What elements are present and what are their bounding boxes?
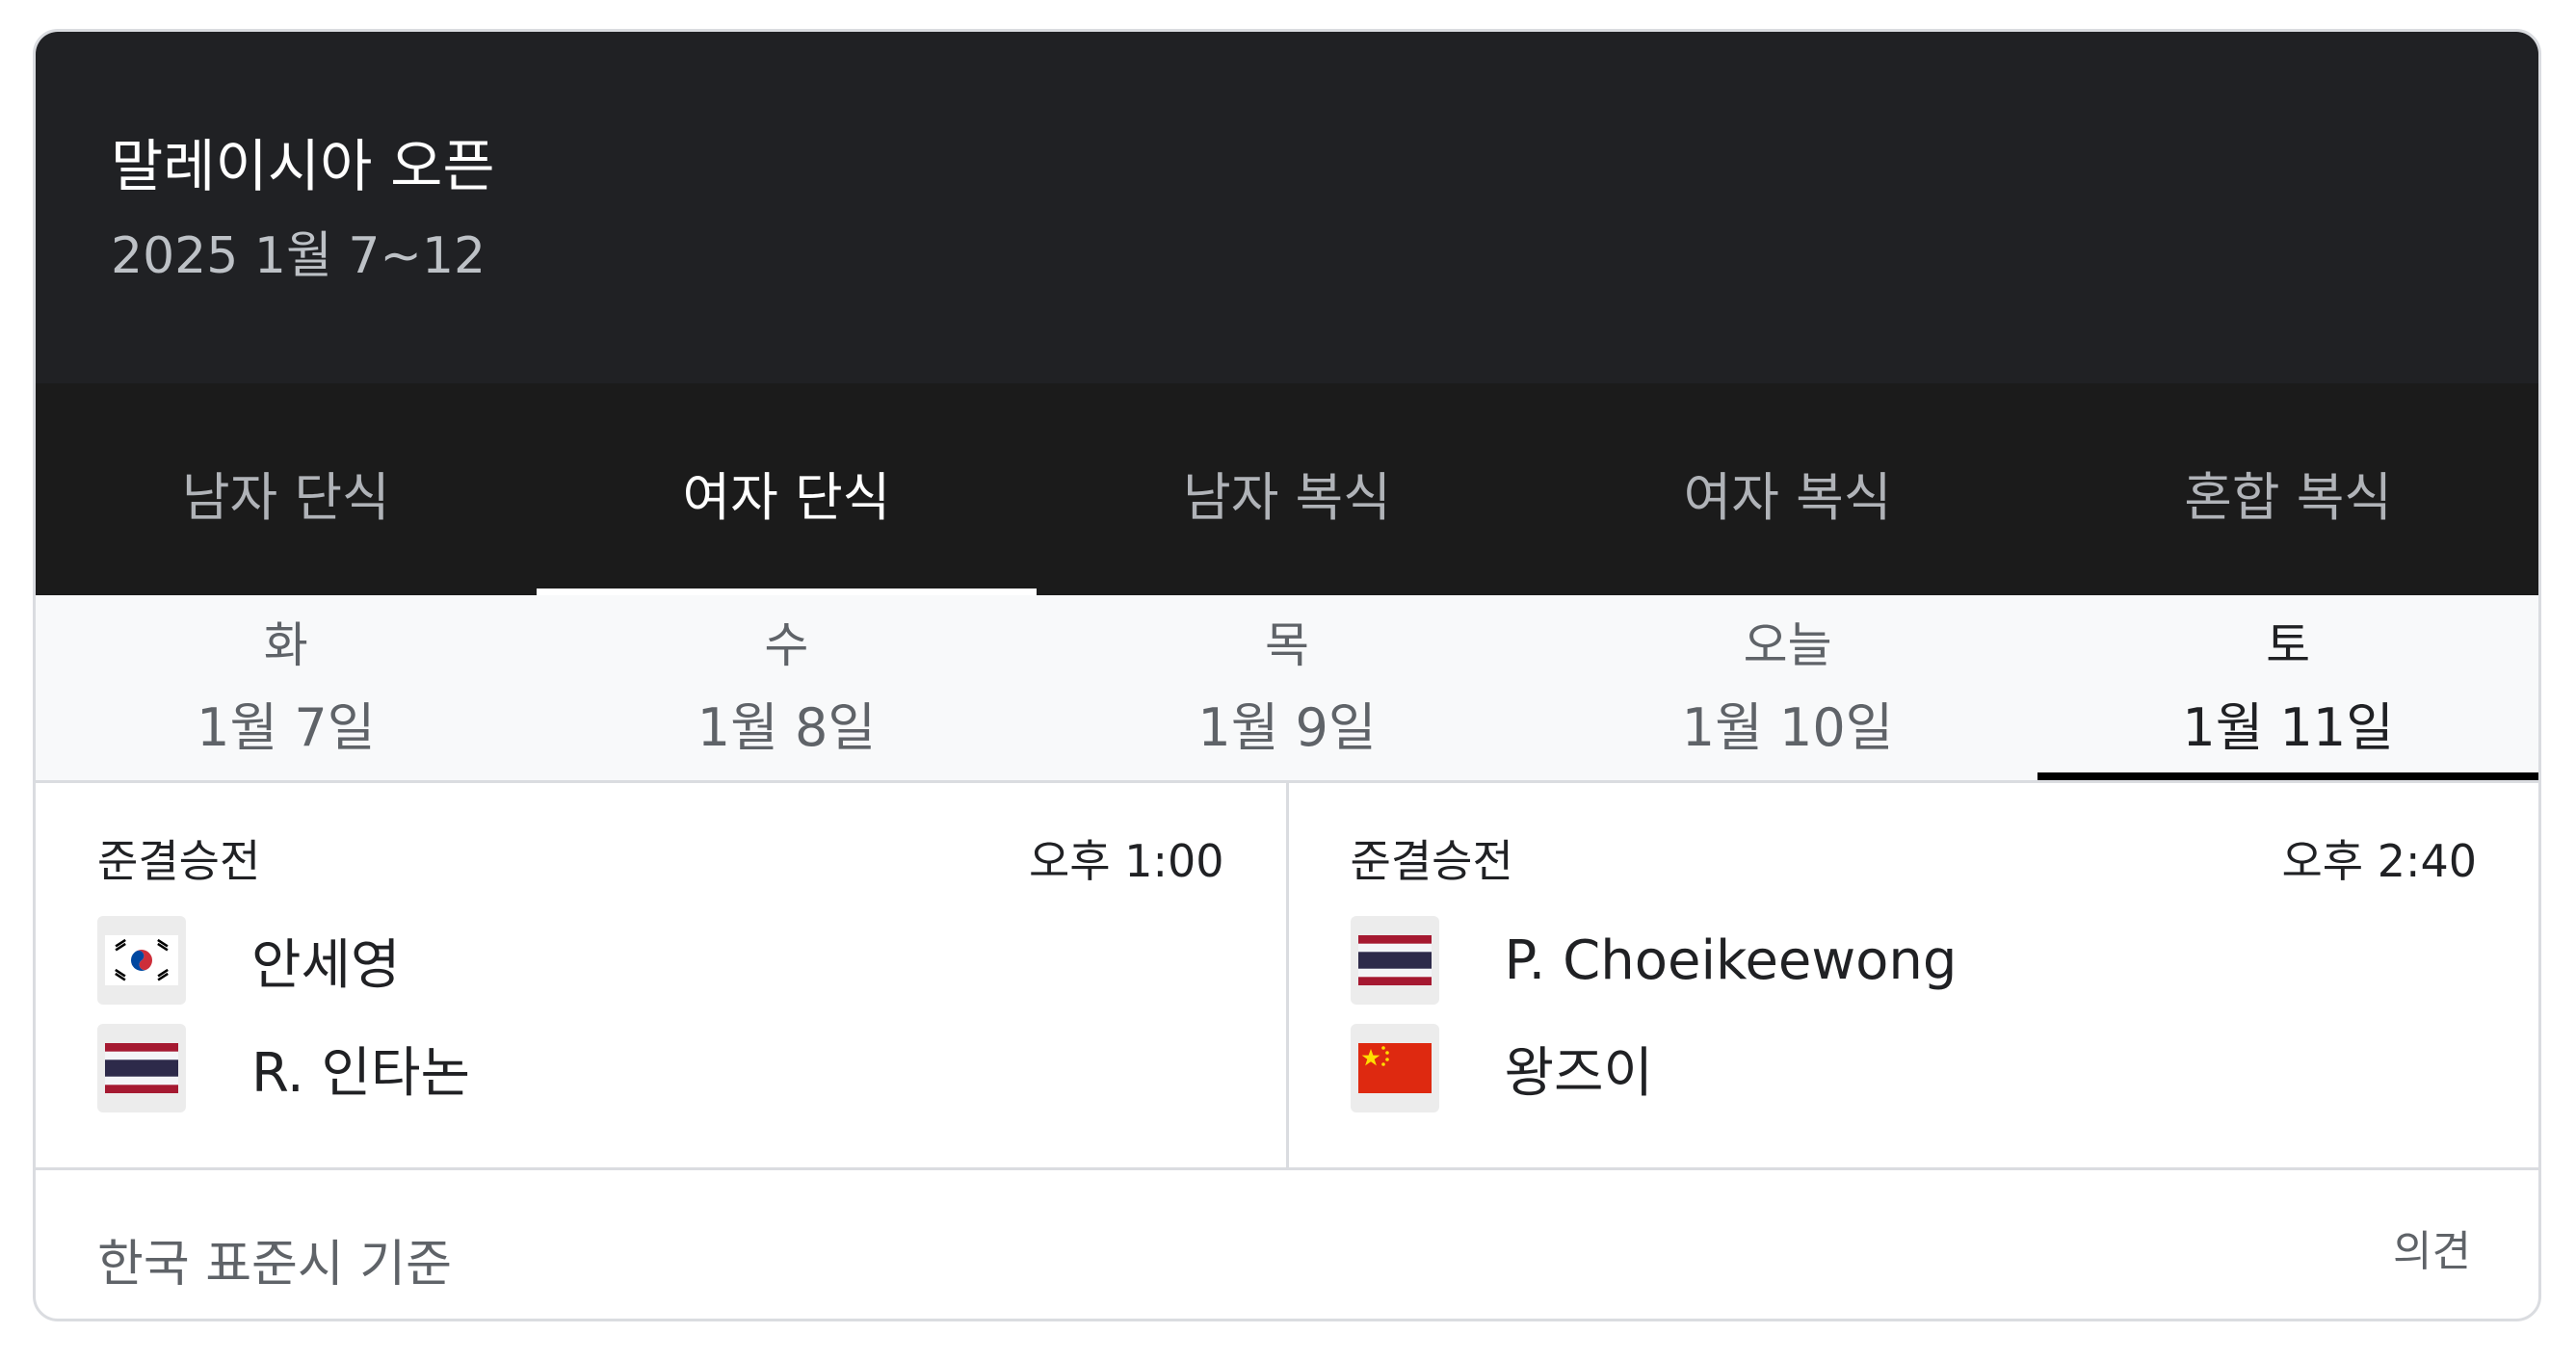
day-of-week: 화 (263, 617, 308, 673)
match-list: 준결승전 오후 1:00 안세영 R. 인타논 준결승전 오후 2:40 P. … (36, 783, 2538, 1170)
player-row: 왕즈이 (1350, 1024, 1654, 1112)
china-flag-icon (1350, 1024, 1439, 1112)
tab-mixed-doubles[interactable]: 혼합 복식 (2037, 383, 2538, 595)
player-name: 왕즈이 (1504, 1041, 1654, 1105)
match-round: 준결승전 (97, 835, 261, 887)
day-of-week: 목 (1264, 617, 1309, 673)
player-row: P. Choeikeewong (1350, 916, 1958, 1005)
day-tab-jan-8[interactable]: 수 1월 8일 (537, 595, 1038, 780)
thailand-flag-icon (97, 1024, 186, 1112)
tab-mens-doubles[interactable]: 남자 복식 (1037, 383, 1538, 595)
feedback-link[interactable]: 의견 (2393, 1216, 2471, 1278)
match-card[interactable]: 준결승전 오후 2:40 P. Choeikeewong 왕즈이 (1289, 783, 2539, 1167)
event-tabs: 남자 단식 여자 단식 남자 복식 여자 복식 혼합 복식 (36, 383, 2538, 595)
day-of-week: 오늘 (1743, 617, 1832, 673)
day-of-week: 수 (764, 617, 809, 673)
timezone-note: 한국 표준시 기준 (97, 1236, 452, 1294)
day-date: 1월 9일 (1197, 697, 1377, 758)
day-tab-jan-9[interactable]: 목 1월 9일 (1037, 595, 1538, 780)
player-row: 안세영 (97, 916, 401, 1005)
tab-mens-singles[interactable]: 남자 단식 (36, 383, 537, 595)
player-name: P. Choeikeewong (1504, 928, 1958, 992)
match-round: 준결승전 (1350, 835, 1513, 887)
tournament-card: 말레이시아 오픈 2025 1월 7~12 남자 단식 여자 단식 남자 복식 … (33, 29, 2541, 1321)
tab-womens-singles[interactable]: 여자 단식 (536, 383, 1038, 595)
player-name: 안세영 (251, 933, 401, 997)
day-date: 1월 8일 (697, 697, 877, 758)
thailand-flag-icon (1350, 916, 1439, 1005)
day-date: 1월 10일 (1681, 697, 1894, 758)
day-tab-jan-11[interactable]: 토 1월 11일 (2037, 595, 2538, 780)
player-row: R. 인타논 (97, 1024, 470, 1112)
day-of-week: 토 (2266, 617, 2311, 673)
day-tab-jan-7[interactable]: 화 1월 7일 (36, 595, 537, 780)
tournament-dates: 2025 1월 7~12 (111, 227, 486, 285)
day-date: 1월 11일 (2182, 697, 2394, 758)
date-tabs: 화 1월 7일 수 1월 8일 목 1월 9일 오늘 1월 10일 토 1월 1… (36, 595, 2538, 783)
match-time: 오후 1:00 (1028, 835, 1224, 887)
day-tab-jan-10[interactable]: 오늘 1월 10일 (1538, 595, 2038, 780)
card-footer: 한국 표준시 기준 의견 (36, 1170, 2538, 1319)
tournament-title: 말레이시아 오픈 (111, 133, 495, 199)
tab-womens-doubles[interactable]: 여자 복식 (1538, 383, 2038, 595)
player-name: R. 인타논 (251, 1041, 471, 1105)
match-card[interactable]: 준결승전 오후 1:00 안세영 R. 인타논 (36, 783, 1289, 1167)
match-time: 오후 2:40 (2281, 835, 2477, 887)
south-korea-flag-icon (97, 916, 186, 1005)
tournament-header: 말레이시아 오픈 2025 1월 7~12 (36, 32, 2538, 383)
day-date: 1월 7일 (197, 697, 376, 758)
